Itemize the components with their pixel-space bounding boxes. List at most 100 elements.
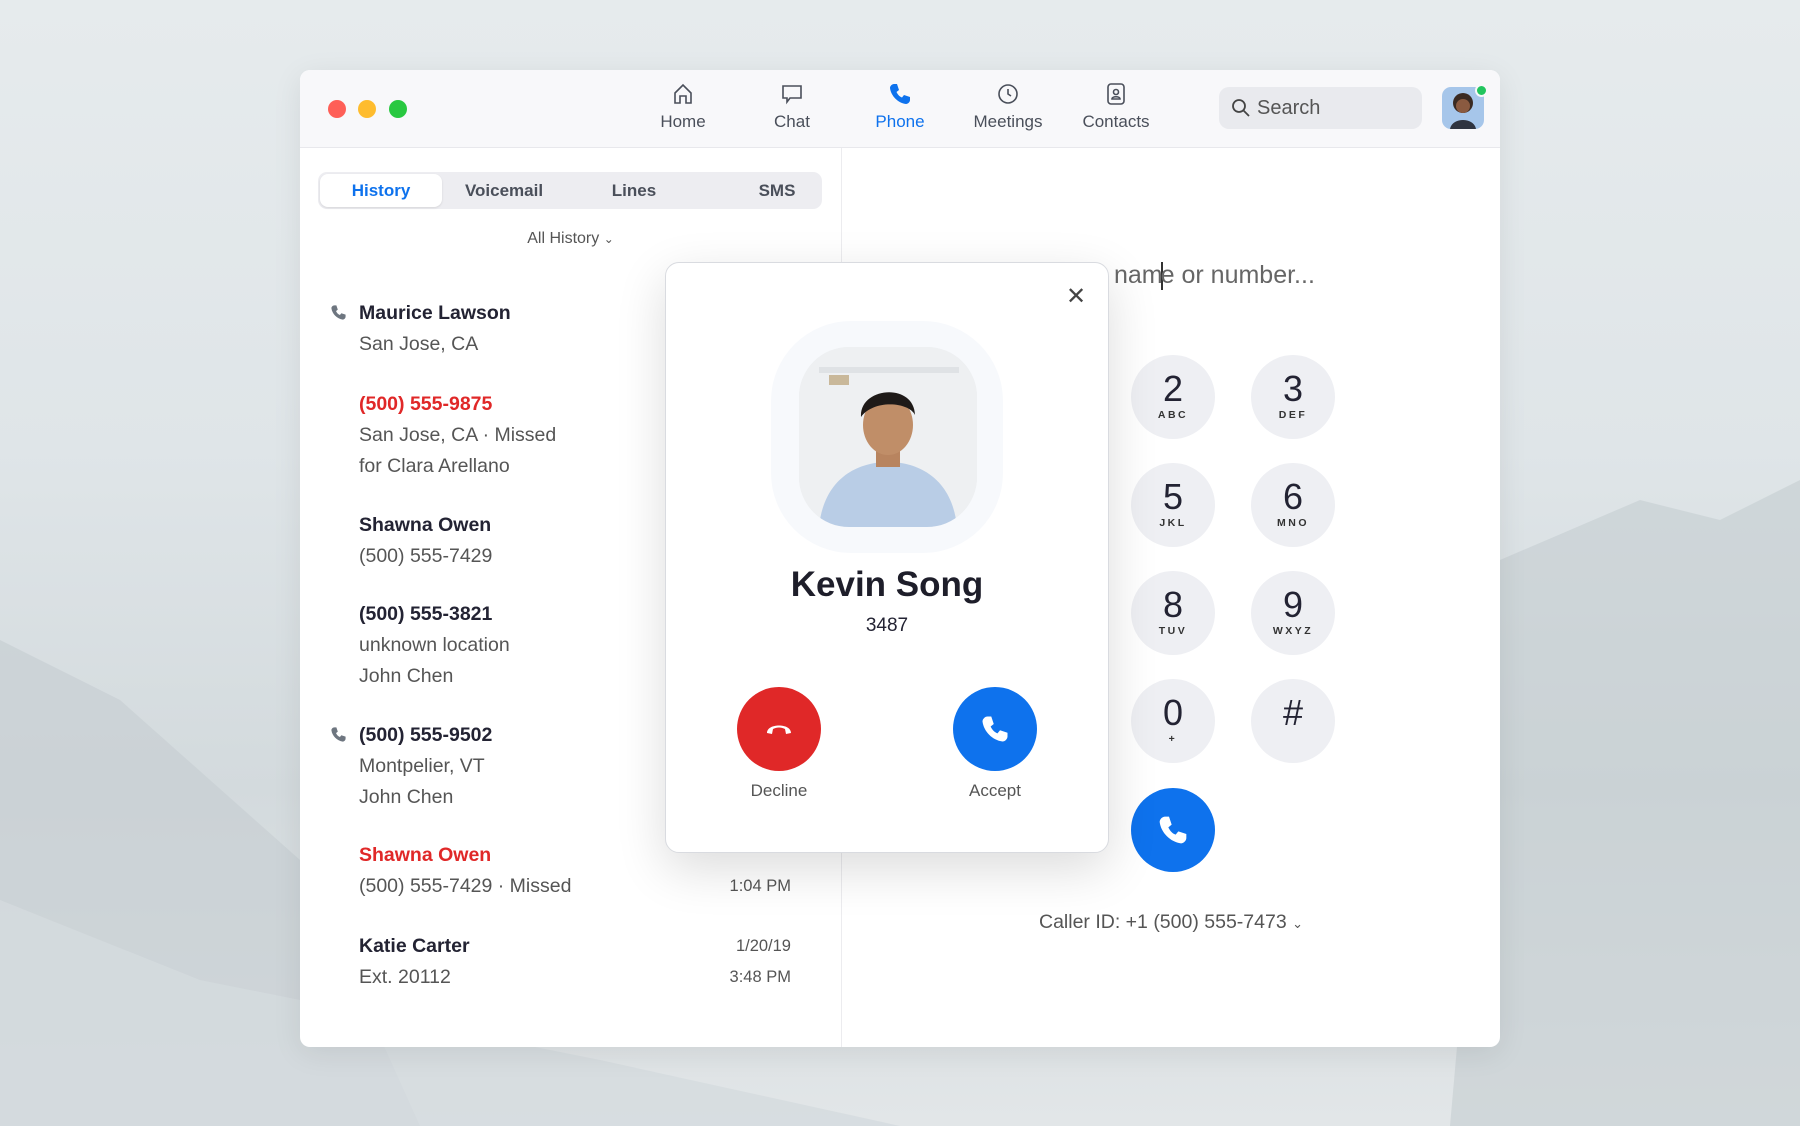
history-row[interactable]: Shawna Owen (500) 555-7429 xyxy=(359,510,492,572)
tab-history[interactable]: History xyxy=(320,174,442,207)
history-detail: Ext. 20112 xyxy=(359,966,451,988)
nav-label: Chat xyxy=(774,112,810,131)
history-tabs: History Voicemail Lines SMS xyxy=(318,172,822,209)
search-icon xyxy=(1232,99,1250,117)
minimize-window-button[interactable] xyxy=(358,100,376,118)
history-name: Shawna Owen xyxy=(359,844,492,866)
decline-label: Decline xyxy=(750,781,808,800)
caller-extension: 3487 xyxy=(865,615,909,636)
history-detail: for Clara Arellano xyxy=(359,455,510,477)
keypad-key[interactable]: # xyxy=(1251,679,1335,763)
history-detail: (500) 555-7429 xyxy=(359,545,493,567)
hang-up-icon xyxy=(767,725,791,734)
history-detail: Montpelier, VT xyxy=(359,755,485,777)
key-letters: TUV xyxy=(1158,625,1188,637)
history-name: (500) 555-3821 xyxy=(359,603,493,625)
key-letters: MNO xyxy=(1277,517,1309,529)
search-input[interactable]: Search xyxy=(1219,87,1422,129)
key-letters: ABC xyxy=(1157,409,1189,421)
online-status-dot xyxy=(1475,84,1488,97)
text-cursor xyxy=(1160,262,1163,291)
tab-sms[interactable]: SMS xyxy=(738,172,816,209)
close-window-button[interactable] xyxy=(328,100,346,118)
history-detail: John Chen xyxy=(359,665,454,687)
key-digit: 6 xyxy=(1282,476,1304,517)
caller-name: Kevin Song xyxy=(790,565,984,604)
tab-lines[interactable]: Lines xyxy=(601,172,667,209)
history-row[interactable]: (500) 555-3821 unknown location John Chen xyxy=(359,599,510,692)
keypad-key[interactable]: 8 TUV xyxy=(1131,571,1215,655)
history-row[interactable]: (500) 555-9875 San Jose, CA · Missed for C… xyxy=(359,389,556,482)
nav-home[interactable]: Home xyxy=(633,82,733,132)
key-digit: # xyxy=(1282,692,1304,733)
contacts-icon xyxy=(1107,83,1125,105)
caller-id-dropdown[interactable]: Caller ID: +1 (500) 555-7473 ⌄ xyxy=(300,911,1500,934)
history-name: Shawna Owen xyxy=(359,514,492,536)
history-detail: John Chen xyxy=(359,786,454,808)
call-button[interactable] xyxy=(1131,788,1215,872)
nav-meetings[interactable]: Meetings xyxy=(958,82,1058,132)
history-detail: (500) 555-7429 · Missed xyxy=(359,875,572,897)
nav-label: Home xyxy=(660,112,706,131)
close-icon[interactable]: ✕ xyxy=(1066,285,1086,309)
incoming-call-dialog: ✕ Kevin Song 3487 Decline Accept xyxy=(665,262,1109,853)
history-row[interactable]: Maurice Lawson San Jose, CA xyxy=(359,298,511,360)
clock-icon xyxy=(998,84,1018,104)
filter-label: All History xyxy=(527,230,600,247)
history-detail: unknown location xyxy=(359,634,510,656)
key-digit: 5 xyxy=(1162,476,1184,517)
history-row[interactable]: (500) 555-9502 Montpelier, VT John Chen xyxy=(359,720,492,813)
chevron-down-icon: ⌄ xyxy=(603,232,614,246)
chevron-down-icon: ⌄ xyxy=(1292,916,1303,931)
dial-input[interactable]: name or number... xyxy=(1114,261,1315,291)
key-letters: + xyxy=(1168,733,1178,745)
accept-label: Accept xyxy=(969,781,1021,800)
nav-contacts[interactable]: Contacts xyxy=(1066,82,1166,132)
phone-icon xyxy=(330,726,347,748)
history-name: Katie Carter xyxy=(359,935,470,957)
key-letters: JKL xyxy=(1159,517,1187,529)
phone-icon xyxy=(330,304,347,326)
nav-label: Meetings xyxy=(973,112,1043,131)
history-name: (500) 555-9875 xyxy=(359,393,493,415)
history-filter-dropdown[interactable]: All History ⌄ xyxy=(300,230,841,248)
history-date: 1/20/19 xyxy=(735,937,791,955)
accept-button[interactable] xyxy=(953,687,1037,771)
key-digit: 3 xyxy=(1282,368,1304,409)
search-placeholder: Search xyxy=(1257,97,1321,119)
phone-icon xyxy=(1159,816,1187,844)
decline-button[interactable] xyxy=(737,687,821,771)
key-digit: 8 xyxy=(1162,584,1184,625)
key-letters: DEF xyxy=(1278,409,1308,421)
title-bar: Home Chat Phone Meetings Contacts Search xyxy=(300,70,1500,148)
nav-chat[interactable]: Chat xyxy=(742,82,842,132)
keypad-key[interactable]: 3 DEF xyxy=(1251,355,1335,439)
key-digit: 0 xyxy=(1162,692,1184,733)
maximize-window-button[interactable] xyxy=(389,100,407,118)
nav-label: Contacts xyxy=(1082,112,1150,131)
history-time: 3:48 PM xyxy=(729,968,791,986)
keypad-key[interactable]: 2 ABC xyxy=(1131,355,1215,439)
tab-voicemail[interactable]: Voicemail xyxy=(458,172,550,209)
history-row[interactable]: Shawna Owen (500) 555-7429 · Missed xyxy=(359,840,571,902)
keypad-key[interactable]: 0 + xyxy=(1131,679,1215,763)
phone-icon xyxy=(890,84,910,104)
keypad-key[interactable]: 9 WXYZ xyxy=(1251,571,1335,655)
keypad-key[interactable]: 5 JKL xyxy=(1131,463,1215,547)
caller-photo xyxy=(799,347,977,527)
key-digit: 9 xyxy=(1282,584,1304,625)
keypad-key[interactable]: 6 MNO xyxy=(1251,463,1335,547)
history-row[interactable]: Katie Carter Ext. 20112 xyxy=(359,931,470,993)
history-detail: San Jose, CA xyxy=(359,333,479,355)
history-time: 1:04 PM xyxy=(729,877,791,895)
history-detail: San Jose, CA · Missed xyxy=(359,424,557,446)
nav-phone[interactable]: Phone xyxy=(850,82,950,132)
dial-input-text: name or number... xyxy=(1114,261,1315,291)
caller-id-label: Caller ID: +1 (500) 555-7473 xyxy=(1038,911,1287,933)
key-letters: WXYZ xyxy=(1272,625,1314,637)
chat-icon xyxy=(782,85,802,105)
history-name: Maurice Lawson xyxy=(359,302,511,324)
home-icon xyxy=(674,83,692,104)
key-digit: 2 xyxy=(1162,368,1184,409)
phone-icon xyxy=(982,716,1008,742)
